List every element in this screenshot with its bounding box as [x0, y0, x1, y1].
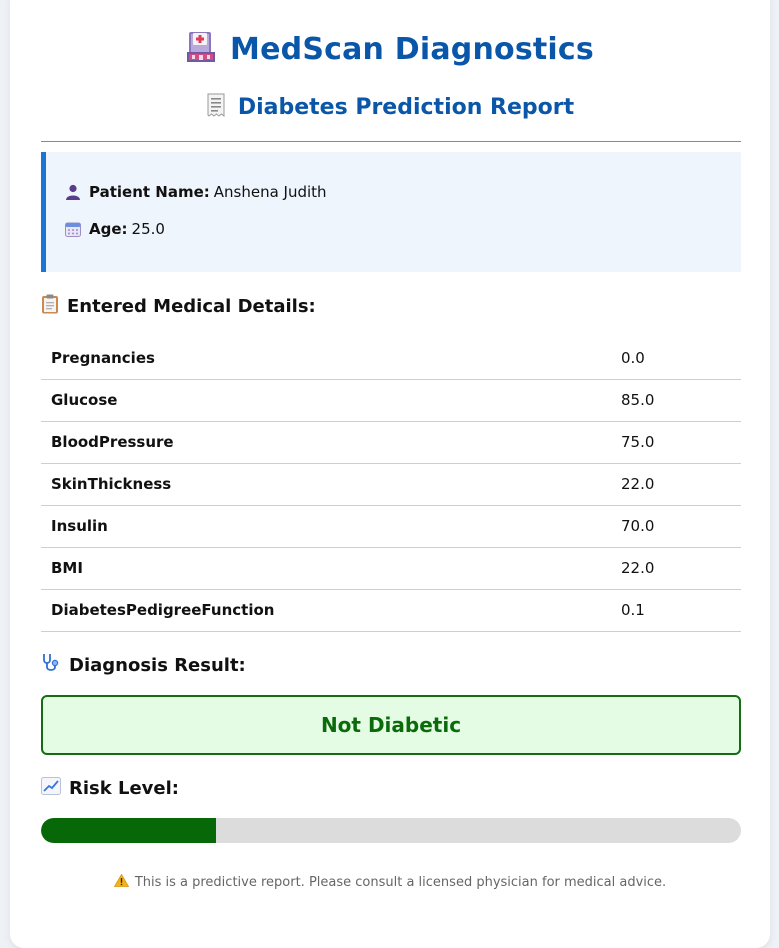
receipt-icon: [206, 93, 226, 121]
detail-label: BMI: [41, 547, 611, 590]
detail-value: 22.0: [611, 463, 741, 506]
warning-icon: [113, 873, 130, 891]
patient-age-line: Age: 25.0: [63, 217, 741, 241]
patient-age-value: 25.0: [131, 220, 165, 238]
app-title: MedScan Diagnostics: [230, 31, 594, 67]
medical-details-heading-text: Entered Medical Details:: [67, 296, 316, 317]
report-card: MedScan Diagnostics Diabetes Prediction …: [10, 0, 770, 948]
chart-increasing-icon: [41, 777, 61, 800]
table-row: Insulin 70.0: [41, 505, 741, 548]
table-row: DiabetesPedigreeFunction 0.1: [41, 589, 741, 632]
table-row: SkinThickness 22.0: [41, 463, 741, 506]
disclaimer-text: This is a predictive report. Please cons…: [134, 875, 667, 890]
detail-value: 0.1: [611, 589, 741, 632]
detail-value: 0.0: [611, 337, 741, 380]
table-row: BMI 22.0: [41, 547, 741, 590]
calendar-icon: [63, 221, 83, 237]
diagnosis-heading-text: Diagnosis Result:: [69, 655, 246, 676]
medical-details-table: Pregnancies 0.0 Glucose 85.0 BloodPressure…: [41, 337, 741, 632]
diagnosis-result-text: Not Diabetic: [320, 713, 462, 737]
diagnosis-heading: Diagnosis Result:: [41, 653, 741, 678]
table-row: Pregnancies 0.0: [41, 337, 741, 380]
detail-label: Pregnancies: [41, 337, 611, 380]
detail-label: Glucose: [41, 379, 611, 422]
medical-details-heading: Entered Medical Details:: [41, 294, 741, 319]
report-subtitle-row: Diabetes Prediction Report: [10, 93, 770, 121]
detail-value: 85.0: [611, 379, 741, 422]
risk-level-fill: [41, 818, 216, 843]
table-row: Glucose 85.0: [41, 379, 741, 422]
detail-label: DiabetesPedigreeFunction: [41, 589, 611, 632]
patient-info-box: Patient Name: Anshena Judith Age: 25.0: [41, 152, 741, 272]
header-divider: [41, 141, 741, 142]
detail-label: BloodPressure: [41, 421, 611, 464]
patient-name-line: Patient Name: Anshena Judith: [63, 180, 741, 204]
patient-name-label: Patient Name:: [89, 183, 210, 201]
stethoscope-icon: [41, 653, 61, 678]
report-subtitle: Diabetes Prediction Report: [237, 94, 575, 120]
report-header: MedScan Diagnostics: [10, 30, 770, 68]
risk-level-bar: [41, 818, 741, 843]
clipboard-icon: [41, 294, 59, 319]
detail-value: 22.0: [611, 547, 741, 590]
person-icon: [63, 184, 83, 200]
table-row: BloodPressure 75.0: [41, 421, 741, 464]
detail-label: Insulin: [41, 505, 611, 548]
patient-name-value: Anshena Judith: [213, 183, 327, 201]
detail-value: 70.0: [611, 505, 741, 548]
patient-age-label: Age:: [89, 220, 128, 238]
risk-level-heading-text: Risk Level:: [69, 778, 179, 799]
risk-level-heading: Risk Level:: [41, 777, 741, 800]
disclaimer-line: This is a predictive report. Please cons…: [10, 873, 770, 891]
detail-label: SkinThickness: [41, 463, 611, 506]
hospital-icon: [186, 30, 216, 68]
detail-value: 75.0: [611, 421, 741, 464]
diagnosis-result-box: Not Diabetic: [41, 695, 741, 755]
